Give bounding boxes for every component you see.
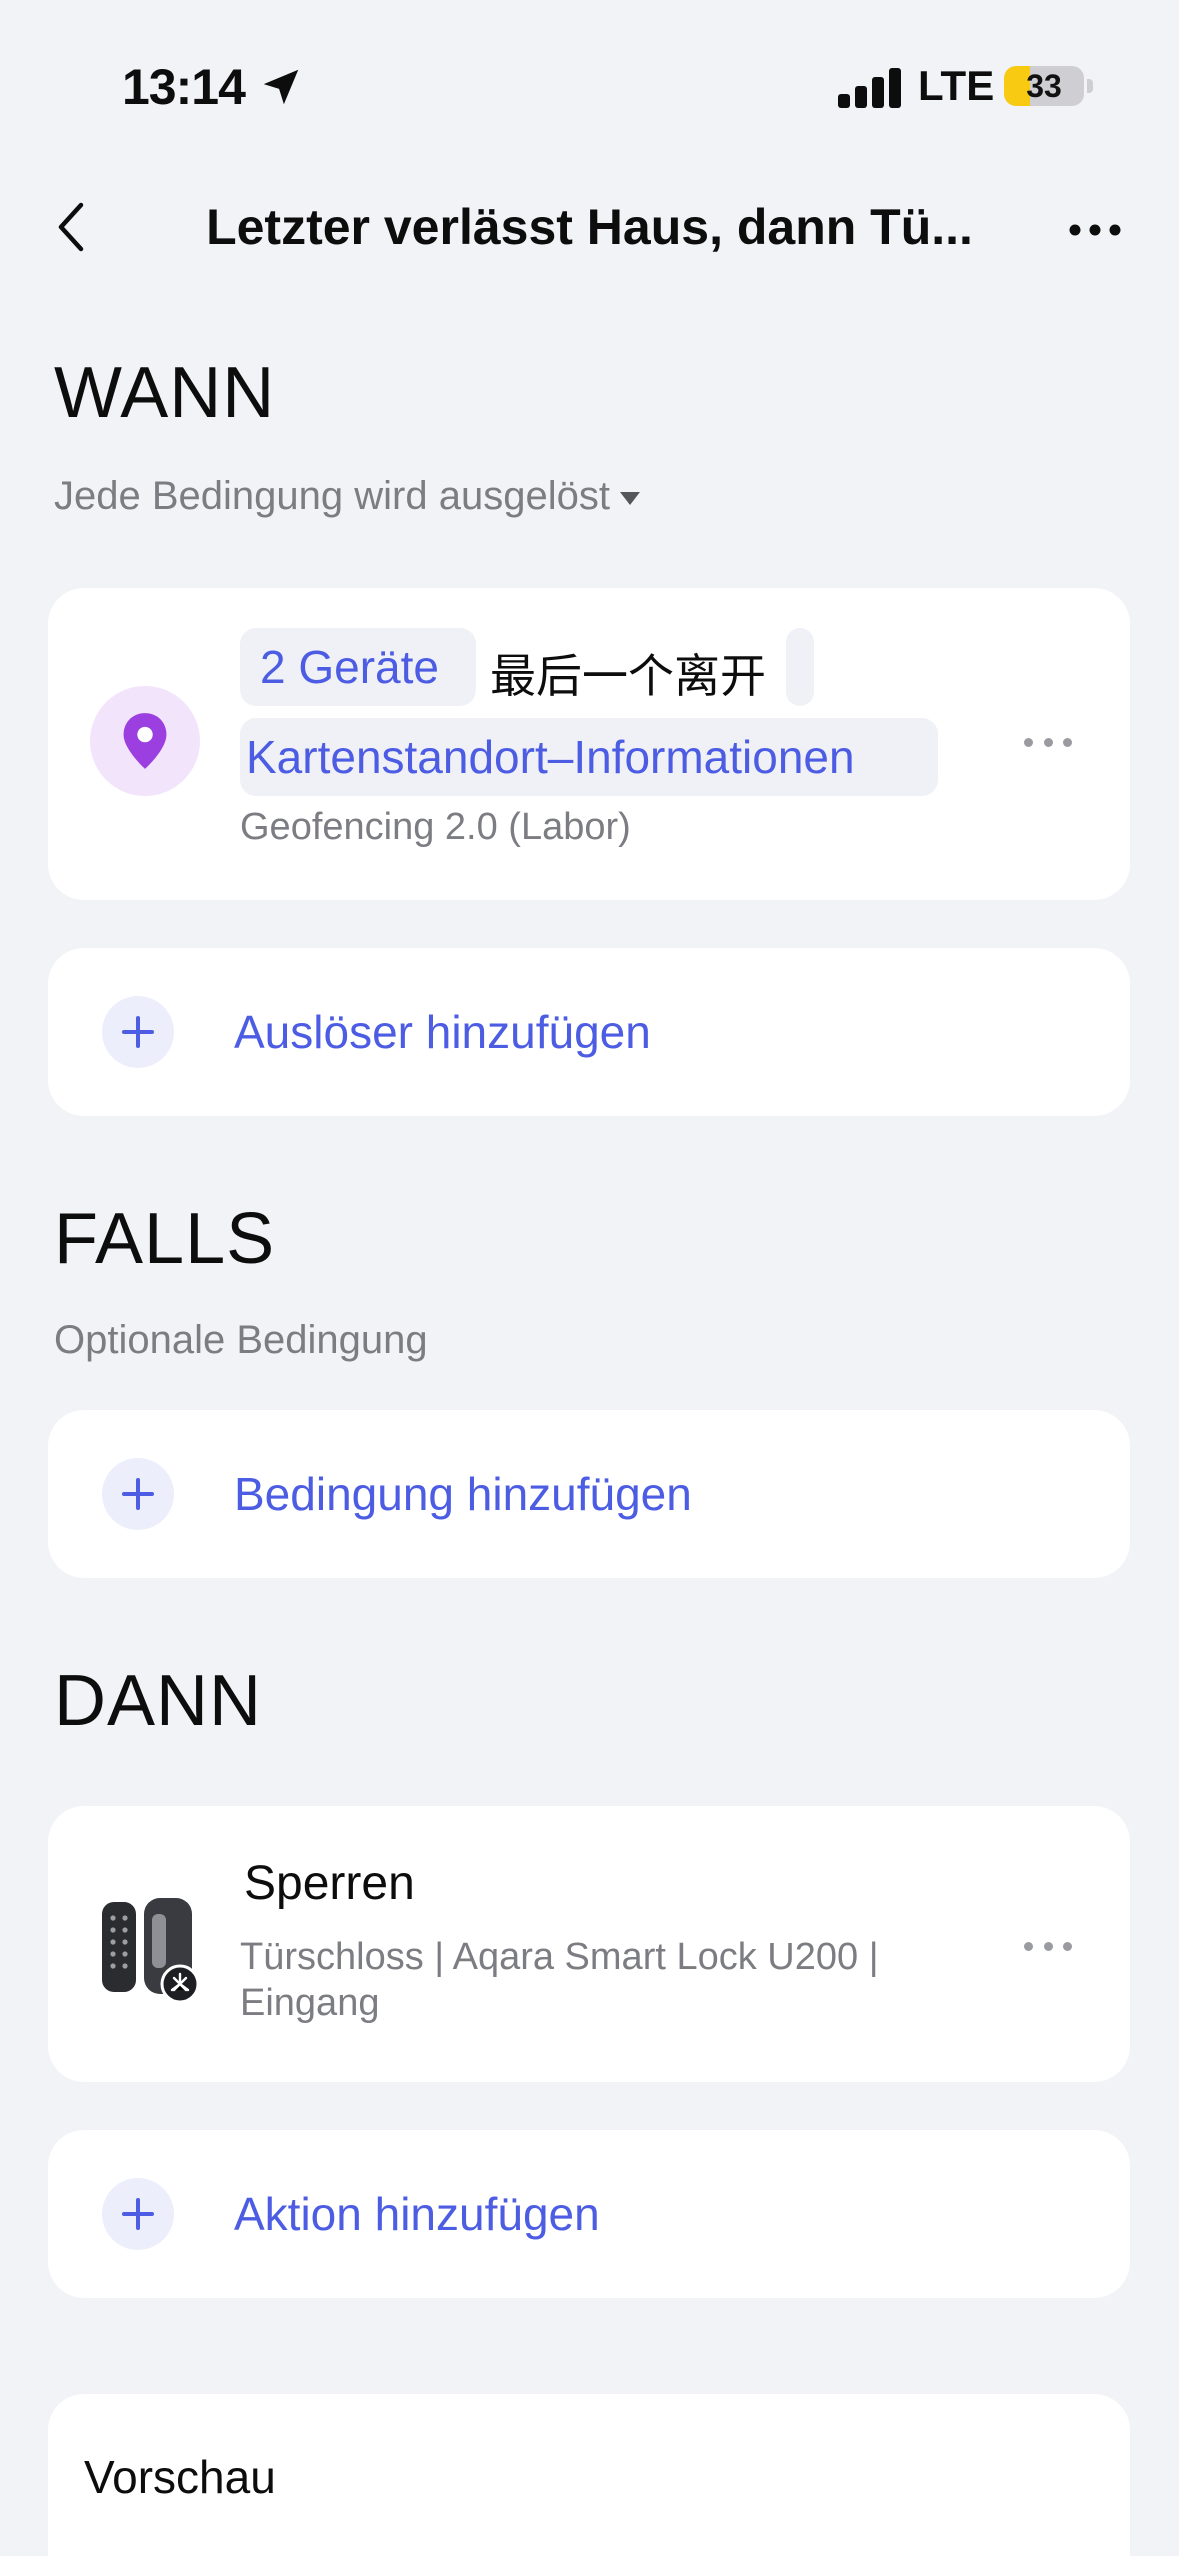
cellular-signal-icon [838, 66, 902, 108]
navigation-bar: Letzter verlässt Haus, dann Tü... [0, 170, 1179, 285]
add-action-card[interactable]: Aktion hinzufügen [48, 2130, 1130, 2298]
add-action-label: Aktion hinzufügen [234, 2188, 600, 2240]
smart-lock-icon [102, 1898, 200, 2004]
back-button[interactable] [40, 192, 100, 262]
action-card[interactable]: Sperren Türschloss | Aqara Smart Lock U2… [48, 1806, 1130, 2082]
trigger-card[interactable]: 2 Geräte 最后一个离开 Kartenstandort–Informati… [48, 588, 1130, 900]
network-type: LTE [918, 62, 995, 109]
plus-icon [102, 1458, 174, 1530]
caret-down-icon [619, 491, 640, 505]
status-time: 13:14 [122, 59, 246, 115]
preview-label: Vorschau [84, 2451, 276, 2503]
chevron-left-icon [58, 202, 84, 252]
preview-card[interactable]: Vorschau [48, 2394, 1130, 2556]
location-chip-label: Kartenstandort–Informationen [246, 731, 855, 783]
then-section-title: DANN [54, 1661, 263, 1741]
more-options-button[interactable] [1060, 200, 1130, 260]
location-pin-icon [90, 686, 200, 796]
trigger-source-label: Geofencing 2.0 (Labor) [240, 806, 631, 848]
trigger-more-button[interactable] [1018, 727, 1078, 757]
if-section-title: FALLS [54, 1199, 276, 1279]
add-condition-card[interactable]: Bedingung hinzufügen [48, 1410, 1130, 1578]
trigger-condition-text: 最后一个离开 [490, 650, 766, 702]
trigger-mode-label: Jede Bedingung wird ausgelöst [54, 474, 610, 518]
add-trigger-card[interactable]: Auslöser hinzufügen [48, 948, 1130, 1116]
trigger-mode-selector[interactable]: Jede Bedingung wird ausgelöst [54, 474, 640, 519]
add-condition-label: Bedingung hinzufügen [234, 1468, 692, 1520]
if-section-subtitle: Optionale Bedingung [54, 1318, 428, 1362]
battery-level: 33 [1026, 68, 1062, 104]
devices-chip-label: 2 Geräte [260, 641, 439, 693]
action-subtitle: Türschloss | Aqara Smart Lock U200 | Ein… [240, 1936, 879, 2024]
add-trigger-label: Auslöser hinzufügen [234, 1006, 651, 1058]
empty-chip [786, 628, 814, 706]
location-arrow-icon [263, 69, 299, 105]
action-more-button[interactable] [1018, 1931, 1078, 1961]
plus-icon [102, 2178, 174, 2250]
when-section-title: WANN [54, 353, 276, 433]
page-title: Letzter verlässt Haus, dann Tü... [206, 199, 973, 255]
battery-nub [1087, 79, 1093, 93]
plus-icon [102, 996, 174, 1068]
action-title: Sperren [244, 1857, 415, 1910]
battery-icon: 33 [1004, 66, 1084, 106]
more-horizontal-icon [1069, 224, 1121, 236]
status-bar: 13:14 LTE 33 [0, 0, 1179, 150]
